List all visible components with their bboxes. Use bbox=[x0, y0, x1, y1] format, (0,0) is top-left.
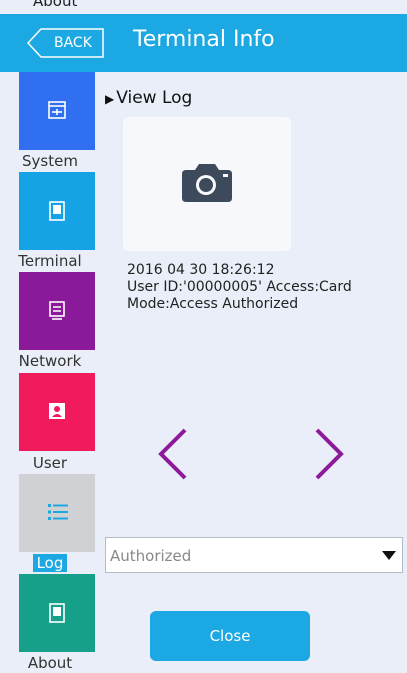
sidebar-item-system-label: System bbox=[22, 152, 78, 170]
view-log-heading: ▶ View Log bbox=[105, 88, 192, 108]
chevron-right-icon bbox=[315, 428, 344, 480]
page-title: Terminal Info bbox=[133, 27, 275, 52]
terminal-icon bbox=[49, 201, 65, 221]
sidebar-item-system[interactable] bbox=[19, 72, 95, 150]
header-bar: BACK Terminal Info bbox=[0, 14, 407, 72]
main-panel: ▶ View Log 2016 04 30 18:26:12 User ID:'0… bbox=[97, 72, 407, 673]
top-cutoff-label: About bbox=[33, 0, 78, 10]
about-icon bbox=[49, 603, 65, 623]
back-button-label: BACK bbox=[54, 35, 92, 51]
caret-down-icon bbox=[382, 551, 396, 560]
log-mode: Mode:Access Authorized bbox=[127, 296, 299, 312]
network-icon bbox=[49, 301, 65, 320]
sidebar-item-terminal[interactable] bbox=[19, 172, 95, 250]
back-button[interactable]: BACK bbox=[27, 28, 105, 58]
view-log-label: View Log bbox=[116, 88, 193, 108]
list-icon bbox=[48, 504, 68, 520]
log-filter-value: Authorized bbox=[110, 547, 192, 565]
log-details: 2016 04 30 18:26:12 User ID:'00000005' A… bbox=[127, 262, 352, 313]
triangle-right-icon: ▶ bbox=[105, 92, 115, 106]
close-button[interactable]: Close bbox=[150, 611, 310, 661]
prev-log-button[interactable] bbox=[155, 426, 189, 486]
log-filter-select[interactable]: Authorized bbox=[105, 537, 403, 573]
sidebar-item-user-label: User bbox=[32, 454, 68, 472]
log-photo bbox=[123, 117, 291, 251]
chevron-left-icon bbox=[158, 428, 187, 480]
sidebar-item-log[interactable] bbox=[19, 474, 95, 552]
log-datetime: 2016 04 30 18:26:12 bbox=[127, 262, 275, 278]
sidebar: System Terminal Network User Log About bbox=[0, 72, 97, 673]
user-icon bbox=[49, 403, 65, 419]
sidebar-item-about-label: About bbox=[27, 654, 73, 672]
sidebar-item-terminal-label: Terminal bbox=[18, 252, 82, 270]
top-cutoff: About bbox=[0, 0, 407, 14]
sidebar-item-user[interactable] bbox=[19, 373, 95, 451]
sidebar-item-network-label: Network bbox=[18, 352, 82, 370]
sidebar-item-about[interactable] bbox=[19, 574, 95, 652]
camera-icon bbox=[182, 164, 232, 202]
next-log-button[interactable] bbox=[313, 426, 347, 486]
log-user-access: User ID:'00000005' Access:Card bbox=[127, 279, 352, 295]
system-icon bbox=[48, 101, 66, 119]
sidebar-item-log-label: Log bbox=[0, 554, 100, 572]
sidebar-item-network[interactable] bbox=[19, 272, 95, 350]
